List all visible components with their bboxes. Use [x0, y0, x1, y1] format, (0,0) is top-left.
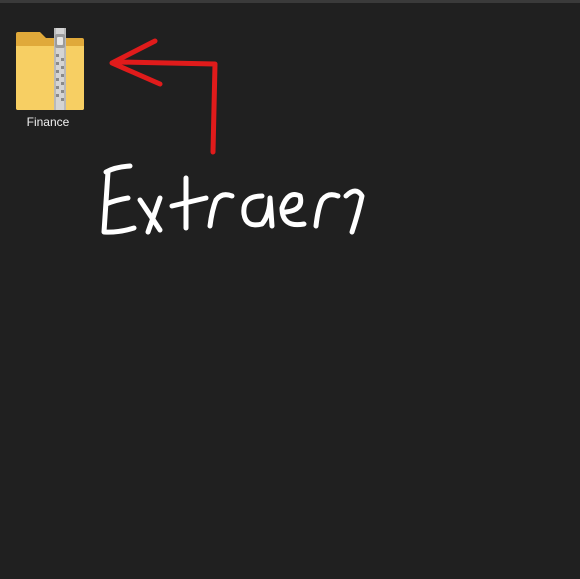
- file-explorer-view: Finance: [0, 0, 580, 579]
- file-name-label: Finance: [26, 115, 70, 129]
- zip-folder-icon: [16, 28, 84, 110]
- handwritten-extraer-text: [101, 163, 365, 235]
- window-top-border: [0, 0, 580, 3]
- file-item-finance-zip[interactable]: Finance: [8, 16, 88, 134]
- red-arrow-icon: [109, 38, 218, 155]
